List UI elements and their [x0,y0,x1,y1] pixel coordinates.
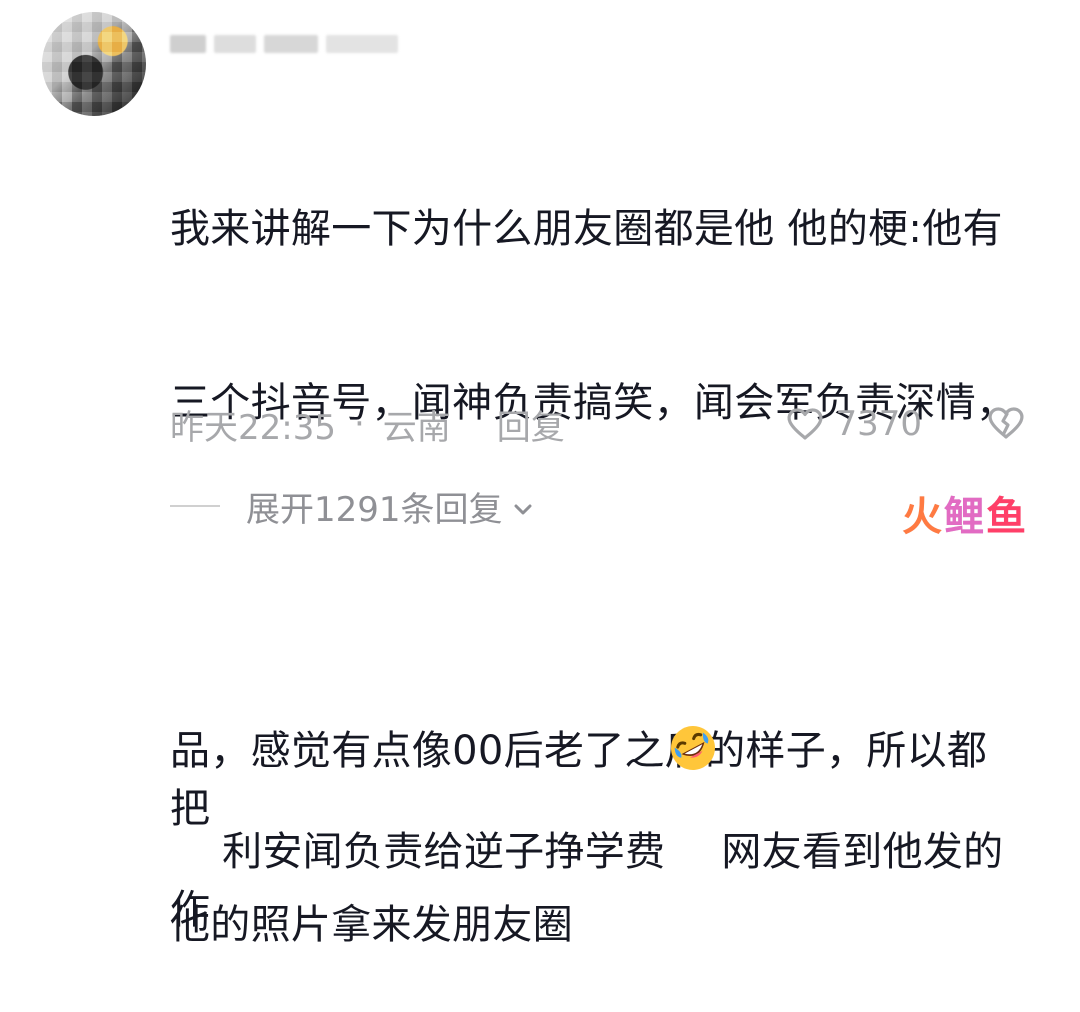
expand-divider [170,505,220,507]
rofl-emoji-icon [667,606,719,770]
like-button[interactable]: 7370 [785,398,922,450]
comment-time: 昨天22:35 [170,407,336,448]
heart-icon[interactable] [785,404,825,444]
avatar[interactable] [42,12,146,116]
expand-replies-label[interactable]: 展开1291条回复 [246,482,503,531]
comment-text: 我来讲解一下为什么朋友圈都是他 他的梗:他有 三个抖音号，闻神负责搞笑，闻会军负… [170,84,1020,1012]
reply-button[interactable]: 回复 [497,400,565,449]
username-blur-block-1 [170,35,206,53]
watermark-part-1: 火 [902,494,942,540]
comment-line-5: 他的照片拿来发朋友圈 [170,902,573,948]
chevron-down-icon[interactable] [509,493,537,521]
like-count: 7370 [835,404,922,444]
comment-line-4: 品，感觉有点像00后老了之后的样子，所以都把 [170,728,988,832]
watermark-part-3: 鱼 [986,494,1026,540]
comment-line-3-wrapper: 利安闻负责给逆子挣学费 网友看到他发的作 [170,548,1020,933]
comment-line-1: 我来讲解一下为什么朋友圈都是他 他的梗:他有 [170,206,1003,252]
username-blur-block-3 [264,35,318,53]
comment-line-3-part-1: 利安闻负责给逆子挣学费 [222,829,666,875]
dislike-button[interactable] [986,403,1026,443]
watermark-logo: 火 鲤 鱼 [902,494,1058,540]
comment-meta: 昨天22:35 · 云南 回复 [170,398,565,450]
expand-replies-button[interactable]: 展开1291条回复 [170,478,537,534]
watermark-part-2: 鲤 [944,494,984,540]
username-blur-block-2 [214,35,256,53]
comment-location: 云南 [382,407,451,448]
meta-separator-dot: · [353,404,365,444]
username-blur [170,28,406,60]
username-blur-block-4 [326,35,398,53]
